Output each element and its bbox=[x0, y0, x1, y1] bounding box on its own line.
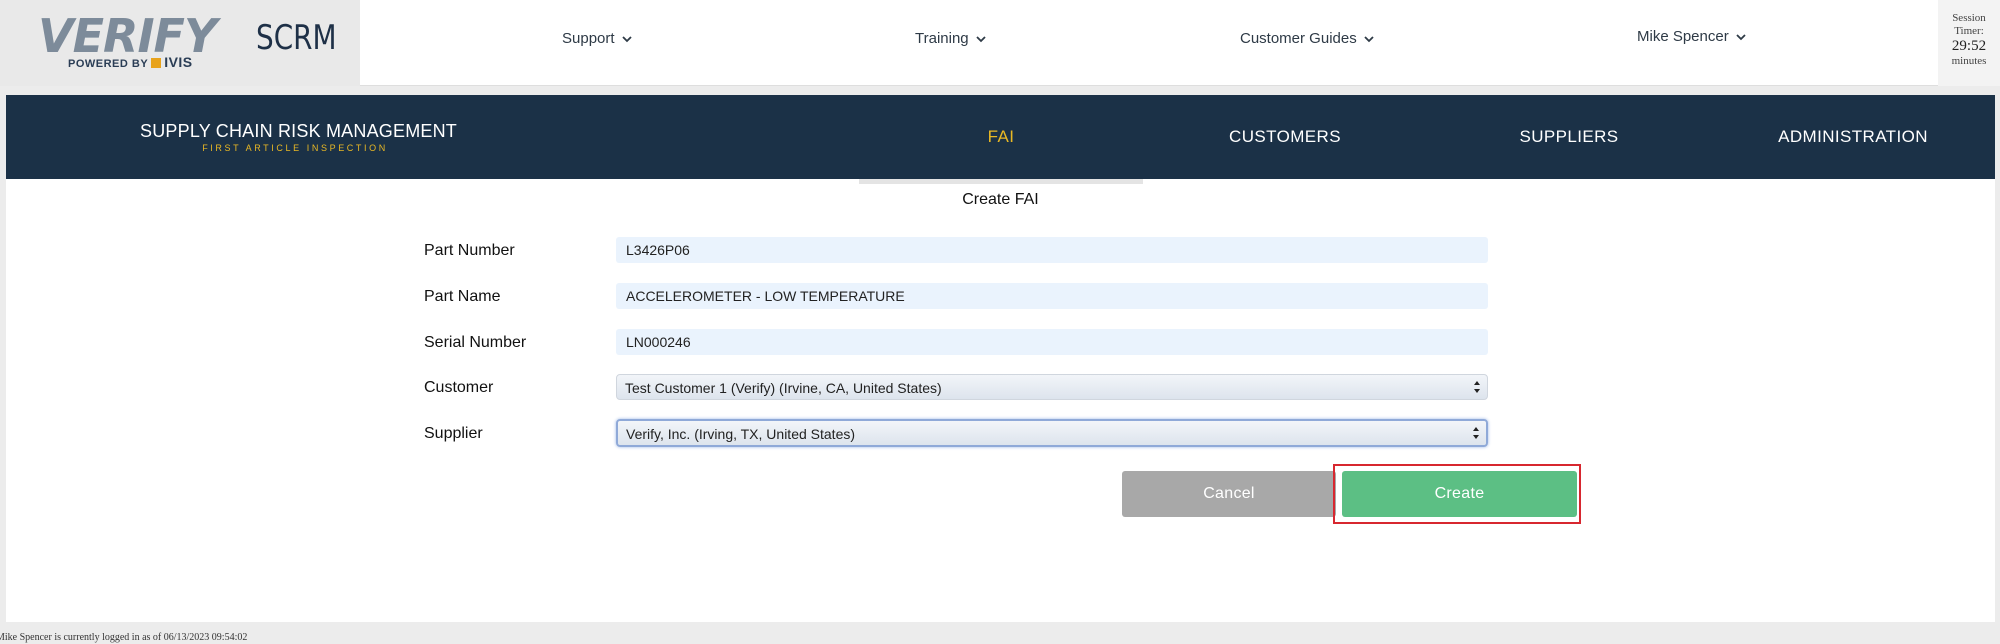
chevron-down-icon bbox=[1364, 35, 1374, 42]
part-number-label: Part Number bbox=[424, 242, 515, 259]
ivis-icon bbox=[151, 58, 162, 68]
verify-logo[interactable]: VERIFY POWERED BY IVIS bbox=[38, 9, 218, 70]
chevron-down-icon bbox=[976, 35, 986, 42]
logo-powered-text: POWERED BY bbox=[68, 58, 149, 70]
tab-suppliers[interactable]: SUPPLIERS bbox=[1427, 95, 1711, 179]
part-name-label: Part Name bbox=[424, 288, 501, 305]
serial-number-field[interactable]: LN000246 bbox=[616, 329, 1488, 355]
chevron-down-icon bbox=[621, 35, 632, 42]
supplier-label: Supplier bbox=[424, 425, 483, 442]
nav-customer-guides[interactable]: Customer Guides bbox=[1240, 30, 1375, 47]
select-arrows-icon bbox=[1474, 381, 1480, 393]
session-label: Session bbox=[1952, 12, 1986, 24]
supplier-select-value: Verify, Inc. (Irving, TX, United States) bbox=[626, 426, 856, 442]
tab-customers[interactable]: CUSTOMERS bbox=[1143, 95, 1427, 179]
main-nav: SUPPLY CHAIN RISK MANAGEMENT FIRST ARTIC… bbox=[6, 95, 1995, 184]
logo-powered-by: POWERED BY IVIS bbox=[68, 54, 193, 70]
chevron-down-icon bbox=[1736, 33, 1746, 40]
brand[interactable]: SUPPLY CHAIN RISK MANAGEMENT FIRST ARTIC… bbox=[140, 121, 457, 153]
session-timer: Session Timer: 29:52 minutes bbox=[1938, 0, 2000, 86]
serial-number-label: Serial Number bbox=[424, 334, 527, 351]
part-name-field[interactable]: ACCELEROMETER - LOW TEMPERATURE bbox=[616, 283, 1488, 309]
form-title: Create FAI bbox=[962, 191, 1039, 208]
part-number-field[interactable]: L3426P06 bbox=[616, 237, 1488, 263]
main-card: SUPPLY CHAIN RISK MANAGEMENT FIRST ARTIC… bbox=[6, 95, 1995, 622]
brand-subtitle: FIRST ARTICLE INSPECTION bbox=[202, 143, 388, 153]
session-time: 29:52 bbox=[1951, 38, 1987, 54]
nav-support-label: Support bbox=[562, 30, 615, 47]
customer-label: Customer bbox=[424, 379, 494, 396]
tab-administration[interactable]: ADMINISTRATION bbox=[1711, 95, 1995, 179]
logo-area[interactable]: VERIFY POWERED BY IVIS SCRM bbox=[0, 0, 360, 86]
create-button[interactable]: Create bbox=[1342, 471, 1577, 517]
cancel-button[interactable]: Cancel bbox=[1122, 471, 1336, 517]
tab-fai[interactable]: FAI bbox=[859, 95, 1143, 184]
nav-customer-guides-label: Customer Guides bbox=[1240, 30, 1357, 47]
logo-wordmark: VERIFY bbox=[38, 9, 217, 63]
top-header: VERIFY POWERED BY IVIS SCRM Support Train… bbox=[0, 0, 2000, 86]
customer-select[interactable]: Test Customer 1 (Verify) (Irvine, CA, Un… bbox=[616, 374, 1488, 400]
login-status: Mike Spencer is currently logged in as o… bbox=[0, 632, 248, 643]
supplier-select[interactable]: Verify, Inc. (Irving, TX, United States) bbox=[616, 419, 1488, 447]
nav-training[interactable]: Training bbox=[915, 30, 987, 47]
user-menu[interactable]: Mike Spencer bbox=[1637, 28, 1747, 45]
session-timer-label: Timer: bbox=[1954, 25, 1984, 37]
select-arrows-icon bbox=[1473, 427, 1479, 439]
session-unit: minutes bbox=[1951, 55, 1987, 67]
nav-support[interactable]: Support bbox=[562, 30, 633, 47]
nav-training-label: Training bbox=[915, 30, 969, 47]
user-name: Mike Spencer bbox=[1637, 28, 1729, 45]
brand-title: SUPPLY CHAIN RISK MANAGEMENT bbox=[140, 121, 457, 141]
app-name: SCRM bbox=[256, 18, 337, 58]
logo-ivis-text: IVIS bbox=[164, 54, 193, 70]
customer-select-value: Test Customer 1 (Verify) (Irvine, CA, Un… bbox=[625, 380, 942, 396]
